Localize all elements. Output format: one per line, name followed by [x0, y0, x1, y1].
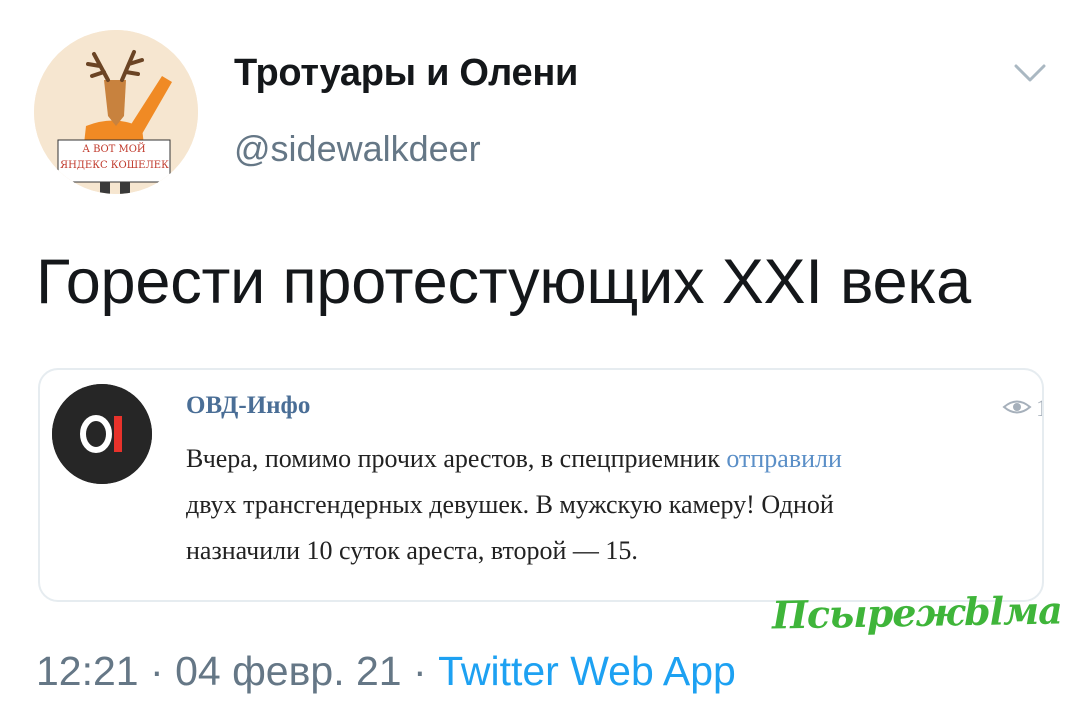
quoted-channel-name[interactable]: ОВД-Инфо: [186, 392, 310, 420]
tweet-date[interactable]: 04 февр. 21: [175, 648, 402, 694]
quoted-body-line: Вчера, помимо прочих арестов, в спецприе…: [186, 436, 1042, 482]
chevron-down-icon[interactable]: [1012, 62, 1048, 86]
quoted-body-link[interactable]: отправили: [726, 444, 842, 473]
quoted-body-text: Вчера, помимо прочих арестов, в спецприе…: [186, 444, 727, 473]
tweet-source-link[interactable]: Twitter Web App: [438, 648, 736, 694]
watermark: Псырежblма: [771, 587, 1063, 638]
author-name[interactable]: Тротуары и Олени: [234, 52, 578, 95]
tweet-text: Горести протестующих XXI века: [36, 247, 971, 317]
eye-icon: [1002, 396, 1032, 423]
ovd-info-logo: [52, 384, 152, 484]
tweet-time[interactable]: 12:21: [36, 648, 139, 694]
tweet-meta: 12:21 · 04 февр. 21 · Twitter Web App: [36, 648, 736, 695]
meta-separator: ·: [150, 648, 164, 694]
quoted-post-body: Вчера, помимо прочих арестов, в спецприе…: [186, 436, 1042, 574]
meta-separator: ·: [413, 648, 427, 694]
author-avatar[interactable]: А ВОТ МОЙ ЯНДЕКС КОШЕЛЕК: [34, 30, 198, 194]
author-handle[interactable]: @sidewalkdeer: [234, 128, 481, 170]
quoted-body-line: двух трансгендерных девушек. В мужскую к…: [186, 490, 834, 519]
views-counter: 1: [1002, 396, 1042, 423]
views-count: 1: [1036, 396, 1042, 423]
quoted-post-card[interactable]: ОВД-Инфо 1 Вчера, помимо прочих арестов,…: [38, 368, 1044, 602]
quoted-body-line: назначили 10 суток ареста, второй — 15.: [186, 536, 638, 565]
avatar-sign-line-2: ЯНДЕКС КОШЕЛЕК: [60, 160, 169, 171]
avatar-sign-line-1: А ВОТ МОЙ: [82, 144, 146, 155]
